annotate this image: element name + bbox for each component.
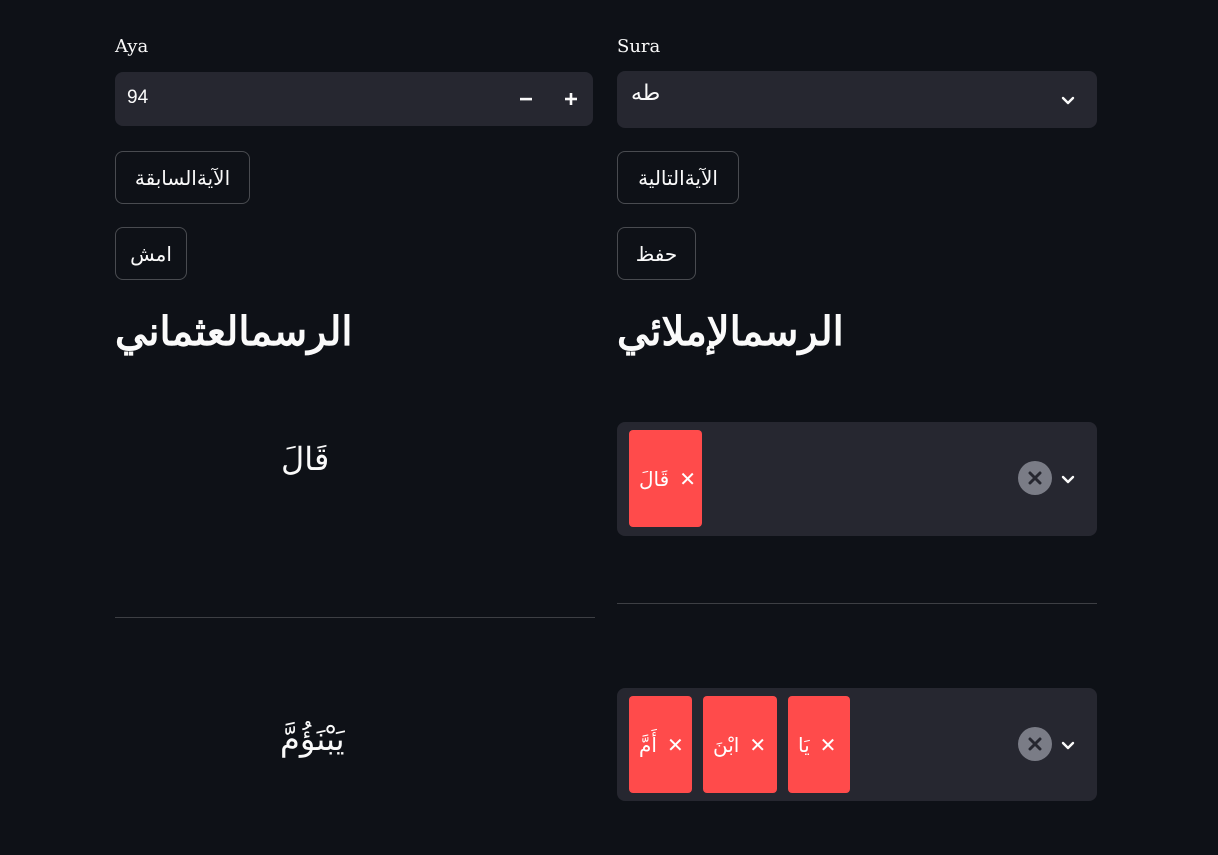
chevron-down-icon	[1061, 96, 1075, 105]
uthmani-word: قَالَ	[281, 440, 330, 478]
uthmani-word: يَبْنَؤُمَّ	[280, 720, 345, 758]
word-tag[interactable]: يَا ✕	[788, 696, 850, 793]
erase-button[interactable]: امش	[115, 227, 187, 280]
tag-label: أَمَّ	[639, 732, 657, 757]
tag-label: قَالَ	[639, 466, 670, 491]
sura-selected-value: طه	[631, 81, 661, 106]
next-aya-button[interactable]: الآيةالتالية	[617, 151, 739, 204]
aya-value[interactable]: 94	[127, 87, 148, 109]
chevron-down-icon[interactable]	[1058, 469, 1078, 489]
row-divider	[115, 617, 595, 618]
tag-label: يَا	[798, 732, 810, 757]
imlaei-multiselect[interactable]: قَالَ ✕	[617, 422, 1097, 536]
clear-circle-icon[interactable]	[1018, 727, 1052, 761]
aya-label: Aya	[115, 36, 149, 57]
word-tag[interactable]: ابْنَ ✕	[703, 696, 777, 793]
tag-label: ابْنَ	[713, 732, 740, 757]
close-icon[interactable]: ✕	[820, 733, 837, 757]
aya-increment-button[interactable]	[548, 72, 593, 126]
aya-number-input[interactable]: 94	[115, 72, 593, 126]
close-icon	[1028, 471, 1042, 485]
sura-select[interactable]: طه	[617, 71, 1097, 128]
close-icon[interactable]: ✕	[749, 733, 766, 757]
clear-circle-icon[interactable]	[1018, 461, 1052, 495]
imlaei-multiselect[interactable]: أَمَّ ✕ ابْنَ ✕ يَا ✕	[617, 688, 1097, 801]
chevron-down-icon[interactable]	[1058, 735, 1078, 755]
minus-icon	[519, 97, 532, 101]
close-icon[interactable]: ✕	[667, 733, 684, 757]
previous-aya-button[interactable]: الآيةالسابقة	[115, 151, 250, 204]
save-button[interactable]: حفظ	[617, 227, 696, 280]
row-divider	[617, 603, 1097, 604]
sura-label: Sura	[617, 36, 661, 57]
plus-icon	[564, 93, 577, 105]
word-tag[interactable]: قَالَ ✕	[629, 430, 702, 527]
aya-decrement-button[interactable]	[503, 72, 548, 126]
word-tag[interactable]: أَمَّ ✕	[629, 696, 692, 793]
imlaei-heading: الرسمالإملائي	[617, 308, 844, 355]
close-icon	[1028, 737, 1042, 751]
uthmani-heading: الرسمالعثماني	[115, 308, 353, 355]
close-icon[interactable]: ✕	[679, 467, 696, 491]
